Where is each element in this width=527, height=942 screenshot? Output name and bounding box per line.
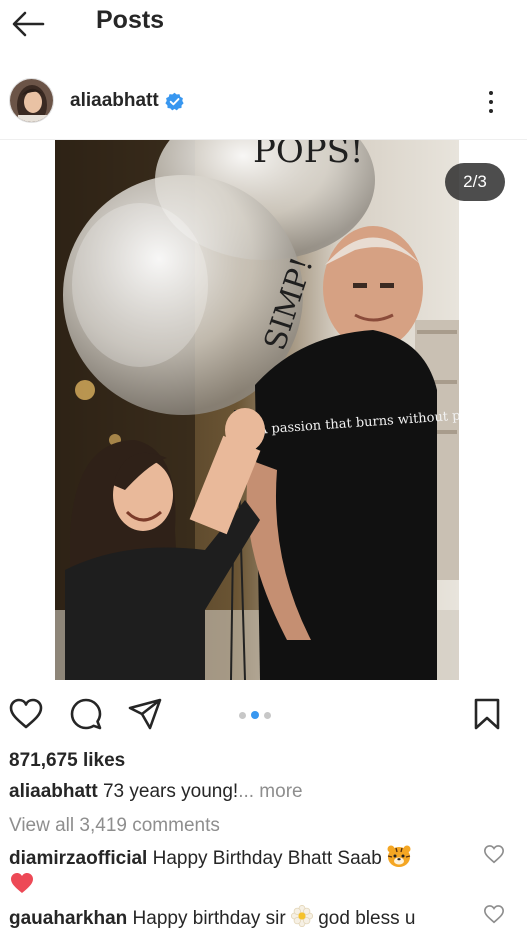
caption-more-link[interactable]: ... more — [238, 781, 302, 802]
photo-illustration: POPS! SIMP! A passion that burns without… — [55, 140, 459, 680]
bookmark-icon — [474, 698, 500, 730]
back-button[interactable] — [8, 4, 48, 44]
small-heart-icon[interactable] — [483, 843, 505, 865]
comment-bubble-icon — [70, 698, 102, 730]
more-vertical-icon-dot — [489, 109, 493, 113]
paper-plane-icon — [128, 698, 162, 730]
comment-item: gauaharkhan Happy birthday sir god bless… — [9, 905, 415, 930]
comment-text-continued: god bless u — [318, 908, 416, 929]
carousel-counter-badge: 2/3 — [445, 163, 505, 201]
comment-username[interactable]: diamirzaofficial — [9, 848, 147, 869]
more-options-button[interactable] — [477, 84, 505, 120]
more-vertical-icon-dot — [489, 91, 493, 95]
carousel-dots — [239, 711, 271, 719]
comment-item: diamirzaofficial Happy Birthday Bhatt Sa… — [9, 845, 411, 870]
comment-button[interactable] — [66, 694, 106, 734]
caption-username[interactable]: aliaabhatt — [9, 781, 98, 802]
save-button[interactable] — [467, 694, 507, 734]
likes-count[interactable]: 871,675 likes — [9, 750, 125, 772]
small-heart-icon[interactable] — [483, 903, 505, 925]
post-header: aliaabhatt — [0, 70, 527, 132]
back-arrow-icon — [12, 11, 45, 37]
avatar[interactable] — [9, 78, 54, 123]
comment-username[interactable]: gauaharkhan — [9, 908, 127, 929]
more-vertical-icon-dot — [489, 100, 493, 104]
comment-text: Happy Birthday Bhatt Saab — [152, 848, 382, 869]
caption: aliaabhatt 73 years young!... more — [9, 781, 303, 803]
red-heart-emoji-icon — [11, 873, 33, 893]
balloon-text-top: POPS! — [253, 140, 364, 171]
post-photo[interactable]: POPS! SIMP! A passion that burns without… — [55, 140, 459, 680]
carousel-dot-active — [251, 711, 259, 719]
view-all-comments-link[interactable]: View all 3,419 comments — [9, 815, 220, 837]
post-username[interactable]: aliaabhatt — [70, 90, 159, 112]
verified-badge-icon — [165, 92, 184, 110]
share-button[interactable] — [125, 694, 165, 734]
tiger-face-icon — [387, 845, 411, 867]
carousel-dot — [239, 711, 246, 719]
action-bar — [0, 690, 527, 736]
carousel-dot — [264, 711, 271, 719]
blossom-icon — [290, 905, 313, 927]
avatar-image — [10, 79, 53, 122]
page-title: Posts — [96, 6, 165, 34]
heart-outline-icon — [9, 698, 43, 729]
username-wrap: aliaabhatt — [70, 90, 184, 112]
caption-text: 73 years young! — [102, 781, 239, 802]
like-button[interactable] — [6, 694, 46, 734]
comment-text: Happy birthday sir — [132, 908, 286, 929]
top-bar: Posts — [0, 0, 527, 48]
